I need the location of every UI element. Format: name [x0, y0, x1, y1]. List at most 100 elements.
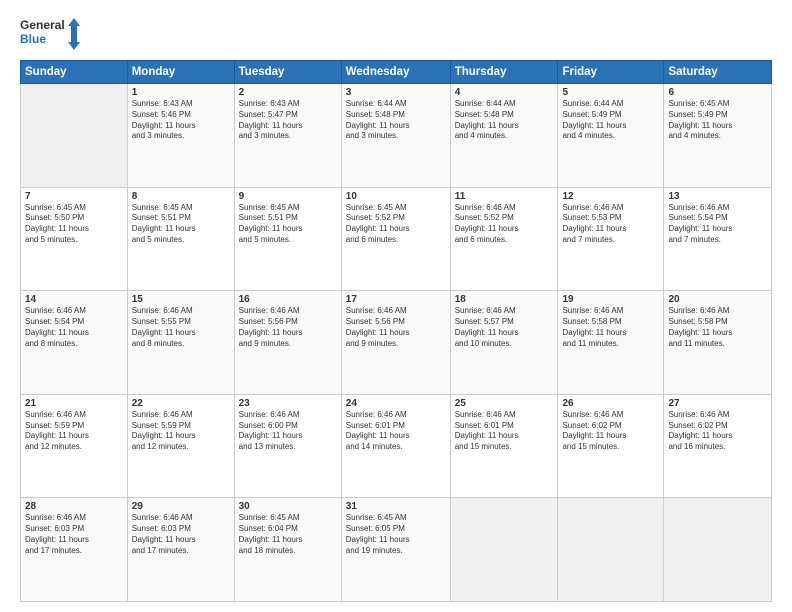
cell-details: Sunrise: 6:46 AMSunset: 5:54 PMDaylight:… — [668, 203, 767, 246]
day-number: 11 — [455, 191, 554, 202]
day-header-friday: Friday — [558, 61, 664, 84]
calendar-cell — [21, 84, 128, 188]
day-number: 8 — [132, 191, 230, 202]
calendar-cell: 20Sunrise: 6:46 AMSunset: 5:58 PMDayligh… — [664, 291, 772, 395]
day-number: 19 — [562, 294, 659, 305]
calendar-cell: 7Sunrise: 6:45 AMSunset: 5:50 PMDaylight… — [21, 187, 128, 291]
calendar-cell: 6Sunrise: 6:45 AMSunset: 5:49 PMDaylight… — [664, 84, 772, 188]
day-number: 27 — [668, 398, 767, 409]
day-number: 13 — [668, 191, 767, 202]
calendar-cell: 22Sunrise: 6:46 AMSunset: 5:59 PMDayligh… — [127, 394, 234, 498]
day-number: 25 — [455, 398, 554, 409]
cell-details: Sunrise: 6:44 AMSunset: 5:48 PMDaylight:… — [455, 99, 554, 142]
day-number: 4 — [455, 87, 554, 98]
calendar-cell: 1Sunrise: 6:43 AMSunset: 5:46 PMDaylight… — [127, 84, 234, 188]
cell-details: Sunrise: 6:46 AMSunset: 5:59 PMDaylight:… — [25, 410, 123, 453]
calendar-cell — [450, 498, 558, 602]
calendar-cell: 31Sunrise: 6:45 AMSunset: 6:05 PMDayligh… — [341, 498, 450, 602]
cell-details: Sunrise: 6:46 AMSunset: 6:03 PMDaylight:… — [25, 513, 123, 556]
cell-details: Sunrise: 6:46 AMSunset: 6:00 PMDaylight:… — [239, 410, 337, 453]
day-number: 26 — [562, 398, 659, 409]
calendar-cell: 8Sunrise: 6:45 AMSunset: 5:51 PMDaylight… — [127, 187, 234, 291]
cell-details: Sunrise: 6:46 AMSunset: 5:54 PMDaylight:… — [25, 306, 123, 349]
cell-details: Sunrise: 6:45 AMSunset: 5:49 PMDaylight:… — [668, 99, 767, 142]
calendar-cell: 26Sunrise: 6:46 AMSunset: 6:02 PMDayligh… — [558, 394, 664, 498]
day-number: 21 — [25, 398, 123, 409]
day-number: 6 — [668, 87, 767, 98]
day-number: 17 — [346, 294, 446, 305]
day-number: 15 — [132, 294, 230, 305]
day-number: 23 — [239, 398, 337, 409]
cell-details: Sunrise: 6:45 AMSunset: 5:50 PMDaylight:… — [25, 203, 123, 246]
day-header-thursday: Thursday — [450, 61, 558, 84]
week-row-1: 1Sunrise: 6:43 AMSunset: 5:46 PMDaylight… — [21, 84, 772, 188]
cell-details: Sunrise: 6:46 AMSunset: 6:02 PMDaylight:… — [562, 410, 659, 453]
day-number: 12 — [562, 191, 659, 202]
calendar-cell: 21Sunrise: 6:46 AMSunset: 5:59 PMDayligh… — [21, 394, 128, 498]
calendar-cell: 11Sunrise: 6:46 AMSunset: 5:52 PMDayligh… — [450, 187, 558, 291]
cell-details: Sunrise: 6:44 AMSunset: 5:48 PMDaylight:… — [346, 99, 446, 142]
day-number: 3 — [346, 87, 446, 98]
svg-text:General: General — [20, 18, 65, 32]
cell-details: Sunrise: 6:45 AMSunset: 5:52 PMDaylight:… — [346, 203, 446, 246]
week-row-2: 7Sunrise: 6:45 AMSunset: 5:50 PMDaylight… — [21, 187, 772, 291]
cell-details: Sunrise: 6:44 AMSunset: 5:49 PMDaylight:… — [562, 99, 659, 142]
day-number: 2 — [239, 87, 337, 98]
day-number: 22 — [132, 398, 230, 409]
day-number: 18 — [455, 294, 554, 305]
day-number: 7 — [25, 191, 123, 202]
calendar-cell — [664, 498, 772, 602]
day-number: 31 — [346, 501, 446, 512]
calendar-cell: 14Sunrise: 6:46 AMSunset: 5:54 PMDayligh… — [21, 291, 128, 395]
cell-details: Sunrise: 6:46 AMSunset: 5:58 PMDaylight:… — [562, 306, 659, 349]
logo-svg: General Blue — [20, 16, 80, 52]
cell-details: Sunrise: 6:46 AMSunset: 5:59 PMDaylight:… — [132, 410, 230, 453]
day-number: 28 — [25, 501, 123, 512]
calendar-cell — [558, 498, 664, 602]
calendar-cell: 27Sunrise: 6:46 AMSunset: 6:02 PMDayligh… — [664, 394, 772, 498]
logo: General Blue — [20, 16, 80, 52]
cell-details: Sunrise: 6:45 AMSunset: 5:51 PMDaylight:… — [132, 203, 230, 246]
calendar-cell: 3Sunrise: 6:44 AMSunset: 5:48 PMDaylight… — [341, 84, 450, 188]
day-header-wednesday: Wednesday — [341, 61, 450, 84]
calendar-cell: 25Sunrise: 6:46 AMSunset: 6:01 PMDayligh… — [450, 394, 558, 498]
calendar-cell: 12Sunrise: 6:46 AMSunset: 5:53 PMDayligh… — [558, 187, 664, 291]
cell-details: Sunrise: 6:46 AMSunset: 5:56 PMDaylight:… — [239, 306, 337, 349]
day-number: 14 — [25, 294, 123, 305]
cell-details: Sunrise: 6:46 AMSunset: 6:03 PMDaylight:… — [132, 513, 230, 556]
calendar-cell: 13Sunrise: 6:46 AMSunset: 5:54 PMDayligh… — [664, 187, 772, 291]
cell-details: Sunrise: 6:46 AMSunset: 6:01 PMDaylight:… — [455, 410, 554, 453]
calendar-cell: 16Sunrise: 6:46 AMSunset: 5:56 PMDayligh… — [234, 291, 341, 395]
calendar-cell: 30Sunrise: 6:45 AMSunset: 6:04 PMDayligh… — [234, 498, 341, 602]
calendar-cell: 2Sunrise: 6:43 AMSunset: 5:47 PMDaylight… — [234, 84, 341, 188]
day-header-tuesday: Tuesday — [234, 61, 341, 84]
day-number: 10 — [346, 191, 446, 202]
week-row-3: 14Sunrise: 6:46 AMSunset: 5:54 PMDayligh… — [21, 291, 772, 395]
cell-details: Sunrise: 6:46 AMSunset: 5:53 PMDaylight:… — [562, 203, 659, 246]
day-number: 20 — [668, 294, 767, 305]
cell-details: Sunrise: 6:45 AMSunset: 6:04 PMDaylight:… — [239, 513, 337, 556]
calendar-cell: 28Sunrise: 6:46 AMSunset: 6:03 PMDayligh… — [21, 498, 128, 602]
day-number: 30 — [239, 501, 337, 512]
calendar-cell: 9Sunrise: 6:45 AMSunset: 5:51 PMDaylight… — [234, 187, 341, 291]
calendar-cell: 15Sunrise: 6:46 AMSunset: 5:55 PMDayligh… — [127, 291, 234, 395]
cell-details: Sunrise: 6:43 AMSunset: 5:46 PMDaylight:… — [132, 99, 230, 142]
cell-details: Sunrise: 6:46 AMSunset: 5:56 PMDaylight:… — [346, 306, 446, 349]
week-row-4: 21Sunrise: 6:46 AMSunset: 5:59 PMDayligh… — [21, 394, 772, 498]
cell-details: Sunrise: 6:46 AMSunset: 6:01 PMDaylight:… — [346, 410, 446, 453]
day-number: 5 — [562, 87, 659, 98]
cell-details: Sunrise: 6:45 AMSunset: 6:05 PMDaylight:… — [346, 513, 446, 556]
calendar-table: SundayMondayTuesdayWednesdayThursdayFrid… — [20, 60, 772, 602]
calendar-cell: 17Sunrise: 6:46 AMSunset: 5:56 PMDayligh… — [341, 291, 450, 395]
day-number: 1 — [132, 87, 230, 98]
cell-details: Sunrise: 6:46 AMSunset: 6:02 PMDaylight:… — [668, 410, 767, 453]
svg-text:Blue: Blue — [20, 32, 46, 46]
calendar-cell: 19Sunrise: 6:46 AMSunset: 5:58 PMDayligh… — [558, 291, 664, 395]
day-number: 9 — [239, 191, 337, 202]
calendar-cell: 4Sunrise: 6:44 AMSunset: 5:48 PMDaylight… — [450, 84, 558, 188]
day-number: 24 — [346, 398, 446, 409]
week-row-5: 28Sunrise: 6:46 AMSunset: 6:03 PMDayligh… — [21, 498, 772, 602]
day-number: 29 — [132, 501, 230, 512]
cell-details: Sunrise: 6:45 AMSunset: 5:51 PMDaylight:… — [239, 203, 337, 246]
calendar-cell: 23Sunrise: 6:46 AMSunset: 6:00 PMDayligh… — [234, 394, 341, 498]
